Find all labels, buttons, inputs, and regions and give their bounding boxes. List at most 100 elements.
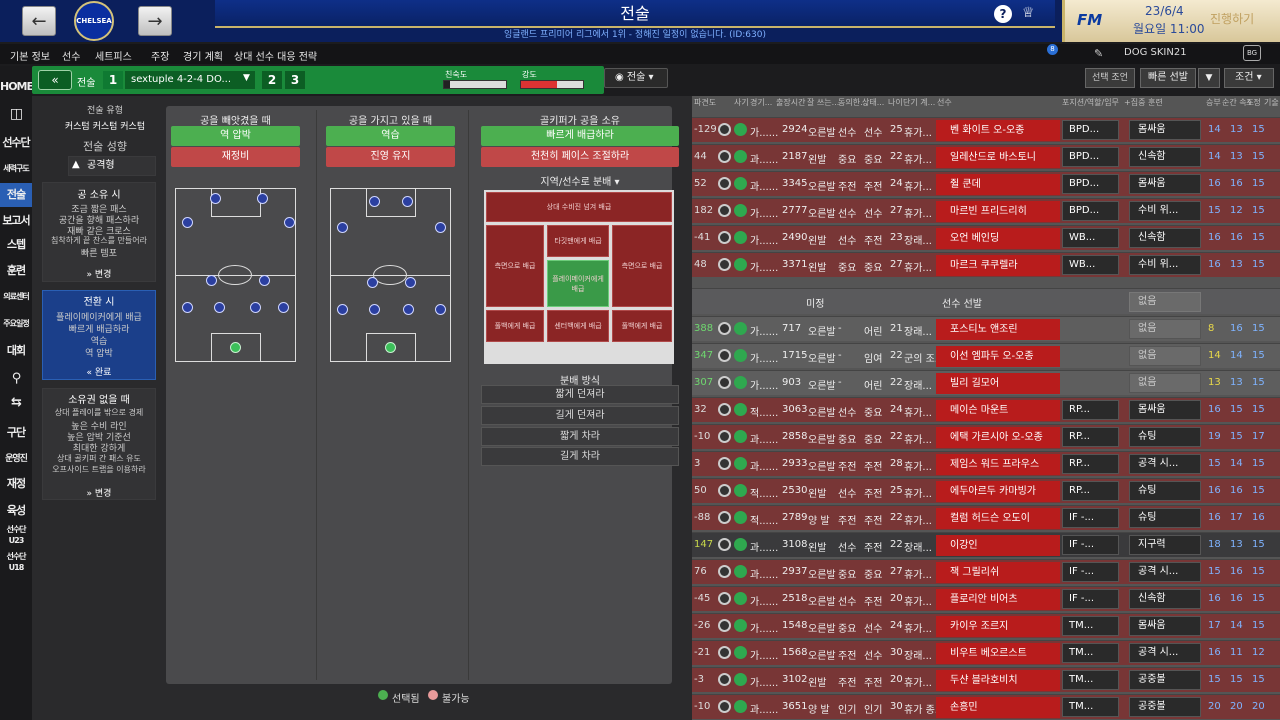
position-dropdown[interactable]: RP...	[1062, 427, 1119, 447]
training-focus-dropdown[interactable]: 슈팅	[1129, 481, 1201, 501]
column-header[interactable]: 잘 쓰는...	[807, 97, 839, 108]
column-header[interactable]: 선수	[937, 97, 952, 108]
player-name[interactable]: 이선 엠파두 오-오종	[936, 346, 1060, 367]
position-dropdown[interactable]: RP...	[1062, 481, 1119, 501]
zone-over-defence[interactable]: 상대 수비진 넘겨 배급	[486, 192, 672, 222]
sidebar-item-dynamics[interactable]: 세력구도	[0, 158, 32, 180]
chevron-down-icon[interactable]: ▼	[243, 73, 250, 83]
position-dropdown[interactable]: IF -...	[1062, 508, 1119, 528]
training-focus-dropdown[interactable]: 슈팅	[1129, 427, 1201, 447]
table-row[interactable]: -45 가...... 2518 오른발 선수 주전 20 휴가... 플로리안 비어츠 IF -…	[692, 586, 1280, 611]
player-name[interactable]: 잭 그릴리쉬	[936, 562, 1060, 583]
player-marker[interactable]	[435, 304, 446, 315]
club-crest-icon[interactable]: CHELSEA	[74, 1, 114, 41]
sidebar-item-finances[interactable]: 재정	[0, 473, 32, 495]
position-dropdown[interactable]: IF -...	[1062, 562, 1119, 582]
player-name[interactable]: 플로리안 비어츠	[936, 589, 1060, 610]
distribute-quickly-button[interactable]: 빠르게 배급하라	[481, 126, 679, 146]
column-header[interactable]: 포지션/역할/임무	[1062, 97, 1119, 108]
column-header[interactable]: 사기	[734, 97, 749, 108]
training-focus-dropdown[interactable]: 공중볼	[1129, 670, 1201, 690]
short-throw-button[interactable]: 짧게 던져라	[481, 385, 679, 404]
menu-item-players[interactable]: 선수	[62, 48, 80, 63]
training-focus-dropdown[interactable]: 없음	[1129, 319, 1201, 339]
menu-item-captain[interactable]: 주장	[151, 48, 169, 63]
sidebar-item-u18[interactable]: 선수단 U18	[0, 551, 32, 577]
sidebar-item-u23[interactable]: 선수단 U23	[0, 524, 32, 550]
sidebar-item-schedule[interactable]: 주요일정	[0, 313, 32, 335]
position-dropdown[interactable]: IF -...	[1062, 535, 1119, 555]
menu-item-opposition[interactable]: 상대 선수 대응 전략	[234, 48, 317, 63]
player-name[interactable]: 이강인	[936, 535, 1060, 556]
player-name[interactable]: 마르빈 프리드리히	[936, 201, 1060, 222]
training-focus-dropdown[interactable]: 수비 위...	[1129, 255, 1201, 275]
column-header[interactable]: 조정	[1246, 97, 1261, 108]
table-row[interactable]: 3 과...... 2933 오른발 주전 주전 28 휴가... 제임스 워드 프라우스 RP.…	[692, 451, 1280, 476]
style-dropdown[interactable]: 커스텀 커스텀 커스텀	[50, 119, 160, 132]
position-dropdown[interactable]: WB...	[1062, 228, 1119, 248]
edit-icon[interactable]: ✎	[1094, 47, 1103, 60]
player-marker[interactable]	[250, 302, 261, 313]
search-icon[interactable]: ⚲	[0, 368, 32, 390]
sidebar-item-home[interactable]: HOME	[0, 76, 34, 98]
help-icon[interactable]: ?	[994, 5, 1012, 23]
position-dropdown[interactable]: TM...	[1062, 670, 1119, 690]
trophy-icon[interactable]: ♕	[1022, 5, 1038, 23]
quick-pick-button[interactable]: 빠른 선발	[1140, 68, 1196, 88]
long-kick-button[interactable]: 길게 차라	[481, 447, 679, 466]
table-row[interactable]: 182 가...... 2777 오른발 선수 선수 27 휴가... 마르빈 프리드리히 BPD…	[692, 198, 1280, 223]
column-header[interactable]: 단기 계...	[903, 97, 935, 108]
training-focus-dropdown[interactable]: 몸싸움	[1129, 400, 1201, 420]
long-throw-button[interactable]: 길게 던져라	[481, 406, 679, 425]
zone-centre-back[interactable]: 센터백에게 배급	[547, 310, 609, 342]
column-header[interactable]: 승부	[1206, 97, 1221, 108]
training-focus-dropdown[interactable]: 공격 시...	[1129, 562, 1201, 582]
player-name[interactable]: 메이슨 마운트	[936, 400, 1060, 421]
training-focus-dropdown[interactable]: 없음	[1129, 373, 1201, 393]
training-focus-dropdown[interactable]: 공격 시...	[1129, 454, 1201, 474]
player-name[interactable]: 빌리 길모어	[936, 373, 1060, 394]
column-header[interactable]: 경기...	[750, 97, 772, 108]
table-row[interactable]: -129 가...... 2924 오른발 선수 선수 25 휴가... 벤 화이트 오-오종 B…	[692, 117, 1280, 142]
back-arrow-icon[interactable]: ←	[22, 6, 56, 36]
training-focus-dropdown[interactable]: 몸싸움	[1129, 120, 1201, 140]
condition-dropdown[interactable]: 조건 ▾	[1224, 68, 1274, 88]
table-row[interactable]: -10 과...... 2858 오른발 중요 중요 22 휴가... 에택 가르시아 오-오종…	[692, 424, 1280, 449]
table-row[interactable]: 388 가...... 717 오른발 - 어린 21 장래... 포스티노 앤조린 없음 8 16 1…	[692, 316, 1280, 341]
player-name[interactable]: 두샨 블라호비치	[936, 670, 1060, 691]
table-row[interactable]: -3 가...... 3102 왼발 주전 주전 20 휴가... 두샨 블라호비치 TM... 공…	[692, 667, 1280, 692]
goalkeeper-marker[interactable]	[385, 342, 396, 353]
menu-item-setpieces[interactable]: 세트피스	[95, 48, 132, 63]
table-row[interactable]: 147 과...... 3108 왼발 선수 주전 22 장래... 이강인 IF -... 지구력…	[692, 532, 1280, 557]
sidebar-item-competitions[interactable]: 대회	[0, 340, 32, 362]
player-name[interactable]: 카이우 조르지	[936, 616, 1060, 637]
player-name[interactable]: 쥘 쿤데	[936, 174, 1060, 195]
sidebar-item-reports[interactable]: 보고서	[0, 210, 32, 232]
sidebar-item-squad[interactable]: 선수단	[0, 132, 32, 154]
chevron-down-icon[interactable]: ▼	[1198, 68, 1220, 88]
training-focus-dropdown[interactable]: 없음	[1129, 292, 1201, 312]
menu-item-match-plan[interactable]: 경기 계획	[183, 48, 223, 63]
player-name[interactable]: 마르크 쿠쿠렐라	[936, 255, 1060, 276]
training-focus-dropdown[interactable]: 신속함	[1129, 228, 1201, 248]
position-dropdown[interactable]: BPD...	[1062, 147, 1119, 167]
player-marker[interactable]	[257, 193, 268, 204]
player-marker[interactable]	[435, 222, 446, 233]
position-dropdown[interactable]: TM...	[1062, 697, 1119, 717]
player-marker[interactable]	[337, 222, 348, 233]
formation-dropdown[interactable]: sextuple 4-2-4 DO...	[125, 71, 255, 89]
player-marker[interactable]	[182, 302, 193, 313]
sidebar-item-club[interactable]: 구단	[0, 422, 32, 444]
table-row[interactable]: 307 가...... 903 오른발 - 어린 22 장래... 빌리 길모어 없음 13 13 15	[692, 370, 1280, 395]
training-focus-dropdown[interactable]: 수비 위...	[1129, 201, 1201, 221]
tactic-slot-1[interactable]: 1	[103, 71, 123, 89]
position-dropdown[interactable]: IF -...	[1062, 589, 1119, 609]
column-header[interactable]: 출장시간	[776, 97, 805, 108]
sub-select-label[interactable]: 선수 선발	[942, 295, 982, 310]
position-dropdown[interactable]: WB...	[1062, 255, 1119, 275]
player-name[interactable]: 포스티노 앤조린	[936, 319, 1060, 340]
training-focus-dropdown[interactable]: 공중볼	[1129, 697, 1201, 717]
tactic-slot-2[interactable]: 2	[262, 71, 282, 89]
table-row[interactable]: -10 과...... 3651 양 발 인기 인기 30 휴가 종... 손흥민 TM... 공중…	[692, 694, 1280, 719]
change-button[interactable]: » 변경	[42, 486, 156, 499]
